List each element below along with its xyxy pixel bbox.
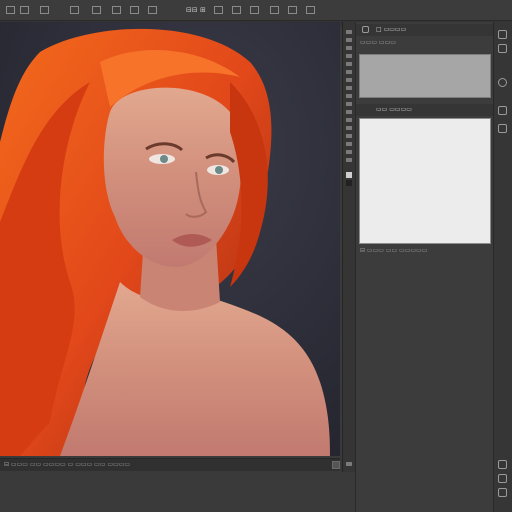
history-icon[interactable] (498, 30, 507, 39)
help-icon[interactable] (232, 6, 241, 14)
lasso-tool-icon[interactable] (346, 46, 352, 50)
share-icon[interactable] (270, 6, 279, 14)
move-tool-icon[interactable] (346, 30, 352, 34)
paths-icon[interactable] (498, 124, 507, 133)
adjustments-icon[interactable] (498, 78, 507, 87)
layer-label: ⊟ ▭▭▭ ▭▭ ▭▭▭▭▭ (360, 247, 428, 254)
screen-mode-icon[interactable] (346, 462, 352, 466)
document-canvas[interactable] (0, 22, 340, 456)
window-icon[interactable] (214, 6, 223, 14)
portrait-artwork (0, 22, 340, 456)
hand-tool-icon[interactable] (346, 150, 352, 154)
layers-panel-title: ▭▭ ▭▭▭▭ (376, 106, 412, 113)
path-select-tool-icon[interactable] (346, 134, 352, 138)
zoom-tool-icon[interactable] (346, 158, 352, 162)
color-panel-header[interactable]: □ ▭▭▭▭ (356, 24, 493, 36)
image-icon[interactable] (70, 6, 79, 14)
select-icon[interactable] (112, 6, 121, 14)
eraser-tool-icon[interactable] (346, 86, 352, 90)
layers-panel-header[interactable]: ▭▭ ▭▭▭▭ (356, 104, 493, 116)
marquee-tool-icon[interactable] (346, 38, 352, 42)
layout-icon[interactable] (250, 6, 259, 14)
layer-icon[interactable] (92, 6, 101, 14)
brush-tool-icon[interactable] (346, 70, 352, 74)
color-swatch-preview[interactable] (359, 54, 491, 98)
layer-thumbnail[interactable] (359, 118, 491, 244)
gradient-tool-icon[interactable] (346, 94, 352, 98)
search-icon[interactable] (306, 6, 315, 14)
settings-icon[interactable] (288, 6, 297, 14)
view-icon[interactable] (148, 6, 157, 14)
dodge-tool-icon[interactable] (346, 110, 352, 114)
panels-dock: □ ▭▭▭▭ ▭▭▭ ▭▭▭ ▭▭ ▭▭▭▭ ⊟ ▭▭▭ ▭▭ ▭▭▭▭▭ (355, 22, 493, 512)
color-panel-title: □ ▭▭▭▭ (376, 26, 407, 33)
panel-icon (362, 26, 369, 33)
window-title: ⊟⊟ ⊞ (186, 6, 206, 14)
lower-dock (0, 461, 340, 512)
clone-tool-icon[interactable] (346, 78, 352, 82)
delete-layer-icon[interactable] (498, 474, 507, 483)
background-color-icon[interactable] (346, 180, 352, 186)
eyedropper-tool-icon[interactable] (346, 62, 352, 66)
new-layer-icon[interactable] (498, 460, 507, 469)
filter-icon[interactable] (130, 6, 139, 14)
file-icon[interactable] (20, 6, 29, 14)
color-panel-subtitle: ▭▭▭ ▭▭▭ (360, 39, 396, 46)
status-bar: ⊟ ▭▭▭ ▭▭ ▭▭▭▭ ▭ ▭▭▭ ▭▭ ▭▭▭▭ (0, 458, 340, 471)
folder-icon[interactable] (498, 488, 507, 497)
pen-tool-icon[interactable] (346, 118, 352, 122)
right-icon-strip (493, 22, 512, 512)
edit-icon[interactable] (40, 6, 49, 14)
text-tool-icon[interactable] (346, 126, 352, 130)
tools-panel (342, 22, 355, 472)
crop-tool-icon[interactable] (346, 54, 352, 58)
status-text: ⊟ ▭▭▭ ▭▭ ▭▭▭▭ ▭ ▭▭▭ ▭▭ ▭▭▭▭ (4, 461, 131, 468)
channels-icon[interactable] (498, 106, 507, 115)
blur-tool-icon[interactable] (346, 102, 352, 106)
foreground-color-icon[interactable] (346, 172, 352, 178)
menu-bar: ⊟⊟ ⊞ (0, 0, 512, 21)
shape-tool-icon[interactable] (346, 142, 352, 146)
resize-handle-icon[interactable] (332, 461, 340, 469)
properties-icon[interactable] (498, 44, 507, 53)
menu-icon[interactable] (6, 6, 15, 14)
